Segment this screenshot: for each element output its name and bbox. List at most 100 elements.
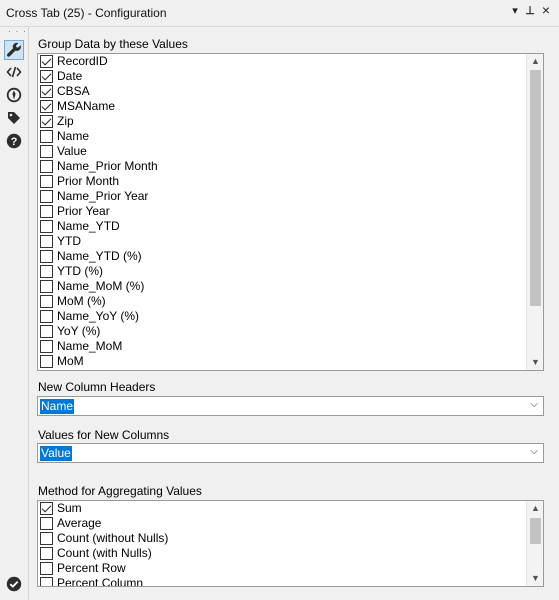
checkbox[interactable] — [40, 310, 53, 323]
list-item[interactable]: MoM — [38, 354, 526, 369]
checkbox[interactable] — [40, 145, 53, 158]
list-item[interactable]: CBSA — [38, 84, 526, 99]
values-for-new-columns-select[interactable]: Value ⌵ — [37, 443, 544, 463]
checkbox[interactable] — [40, 220, 53, 233]
pin-icon[interactable]: ⊥ — [523, 4, 537, 17]
list-item[interactable]: Prior Year — [38, 204, 526, 219]
drag-handle-dots[interactable]: · · · — [8, 26, 27, 36]
globe-icon[interactable] — [4, 85, 24, 105]
window-title: Cross Tab (25) - Configuration — [6, 6, 167, 20]
list-item-label: CBSA — [57, 84, 90, 98]
checkbox[interactable] — [40, 517, 53, 530]
list-item-label: MoM (%) — [57, 294, 106, 308]
scroll-down-icon[interactable]: ▼ — [527, 355, 543, 370]
list-item[interactable]: YTD (%) — [38, 264, 526, 279]
list-item-label: Name_MoM (%) — [57, 279, 145, 293]
checkbox[interactable] — [40, 562, 53, 575]
list-item[interactable]: Name_Prior Year — [38, 189, 526, 204]
list-item-label: Name_YTD — [57, 219, 120, 233]
list-item[interactable]: Name_YoY (%) — [38, 309, 526, 324]
list-item[interactable]: YTD — [38, 234, 526, 249]
checkbox[interactable] — [40, 547, 53, 560]
aggregation-scrollbar[interactable]: ▲ ▼ — [526, 501, 543, 586]
checkbox[interactable] — [40, 325, 53, 338]
list-item[interactable]: Zip — [38, 114, 526, 129]
list-item[interactable]: Value — [38, 144, 526, 159]
checkbox[interactable] — [40, 502, 53, 515]
scroll-down-icon[interactable]: ▼ — [527, 571, 543, 586]
list-item-label: Sum — [57, 501, 82, 515]
checkbox[interactable] — [40, 85, 53, 98]
scroll-thumb[interactable] — [530, 70, 541, 306]
checkbox[interactable] — [40, 70, 53, 83]
list-item[interactable]: Percent Row — [38, 561, 526, 576]
list-item-label: MoM — [57, 354, 84, 368]
list-item[interactable]: Percent Column — [38, 576, 526, 586]
list-item[interactable]: Prior Month — [38, 174, 526, 189]
checkbox[interactable] — [40, 235, 53, 248]
list-item[interactable]: Date — [38, 69, 526, 84]
checkbox[interactable] — [40, 160, 53, 173]
dropdown-menu-icon[interactable]: ▾ — [508, 4, 522, 17]
group-by-items: RecordID Date CBSA MSAName Zip Name Value Name_… — [38, 54, 526, 370]
list-item[interactable]: Name_YTD (%) — [38, 249, 526, 264]
checkbox[interactable] — [40, 250, 53, 263]
chevron-down-icon[interactable]: ⌵ — [530, 399, 538, 410]
svg-text:?: ? — [11, 136, 18, 148]
checkbox[interactable] — [40, 175, 53, 188]
list-item-label: YoY (%) — [57, 324, 101, 338]
code-icon[interactable] — [4, 62, 24, 82]
list-item-label: Name_Prior Year — [57, 189, 149, 203]
list-item-label: Count (without Nulls) — [57, 531, 169, 545]
list-item-label: Name — [57, 129, 90, 143]
group-by-scrollbar[interactable]: ▲ ▼ — [526, 54, 543, 370]
list-item[interactable]: YoY (%) — [38, 324, 526, 339]
tag-icon[interactable] — [4, 108, 24, 128]
chevron-down-icon[interactable]: ⌵ — [530, 446, 538, 457]
scroll-up-icon[interactable]: ▲ — [527, 501, 543, 516]
aggregation-list[interactable]: Sum Average Count (without Nulls) Count (wi… — [37, 500, 544, 587]
checkbox[interactable] — [40, 280, 53, 293]
checkbox[interactable] — [40, 205, 53, 218]
list-item-label: Name_YoY (%) — [57, 309, 140, 323]
scroll-thumb[interactable] — [530, 518, 541, 544]
list-item[interactable]: Count (without Nulls) — [38, 531, 526, 546]
new-column-headers-value: Name — [40, 399, 75, 414]
list-item[interactable]: MoM (%) — [38, 294, 526, 309]
list-item-label: Value — [57, 144, 87, 158]
checkbox[interactable] — [40, 577, 53, 586]
list-item-label: Prior Year — [57, 204, 110, 218]
list-item[interactable]: RecordID — [38, 54, 526, 69]
group-by-list[interactable]: RecordID Date CBSA MSAName Zip Name Value Name_… — [37, 53, 544, 371]
checkbox[interactable] — [40, 340, 53, 353]
checkbox[interactable] — [40, 100, 53, 113]
checkbox[interactable] — [40, 115, 53, 128]
checkbox[interactable] — [40, 190, 53, 203]
list-item-label: Count (with Nulls) — [57, 546, 152, 560]
list-item[interactable]: Name_MoM (%) — [38, 279, 526, 294]
checkbox[interactable] — [40, 265, 53, 278]
new-column-headers-select[interactable]: Name ⌵ — [37, 396, 544, 416]
list-item[interactable]: MSAName — [38, 99, 526, 114]
list-item[interactable]: Name_YTD — [38, 219, 526, 234]
wrench-icon[interactable] — [4, 40, 24, 60]
list-item[interactable]: Count (with Nulls) — [38, 546, 526, 561]
checkbox[interactable] — [40, 130, 53, 143]
list-item[interactable]: Average — [38, 516, 526, 531]
checkbox[interactable] — [40, 295, 53, 308]
checkbox[interactable] — [40, 55, 53, 68]
checkbox[interactable] — [40, 532, 53, 545]
list-item-label: Zip — [57, 114, 74, 128]
list-item-label: MSAName — [57, 99, 116, 113]
checkbox[interactable] — [40, 355, 53, 368]
list-item-label: Prior Month — [57, 174, 120, 188]
list-item[interactable]: Name_Prior Month — [38, 159, 526, 174]
list-item-label: Average — [57, 516, 102, 530]
list-item[interactable]: Name_MoM — [38, 339, 526, 354]
list-item[interactable]: Sum — [38, 501, 526, 516]
scroll-up-icon[interactable]: ▲ — [527, 54, 543, 69]
group-by-label: Group Data by these Values — [38, 37, 188, 51]
close-icon[interactable]: × — [539, 2, 553, 18]
list-item[interactable]: Name — [38, 129, 526, 144]
help-icon[interactable]: ? — [4, 131, 24, 151]
